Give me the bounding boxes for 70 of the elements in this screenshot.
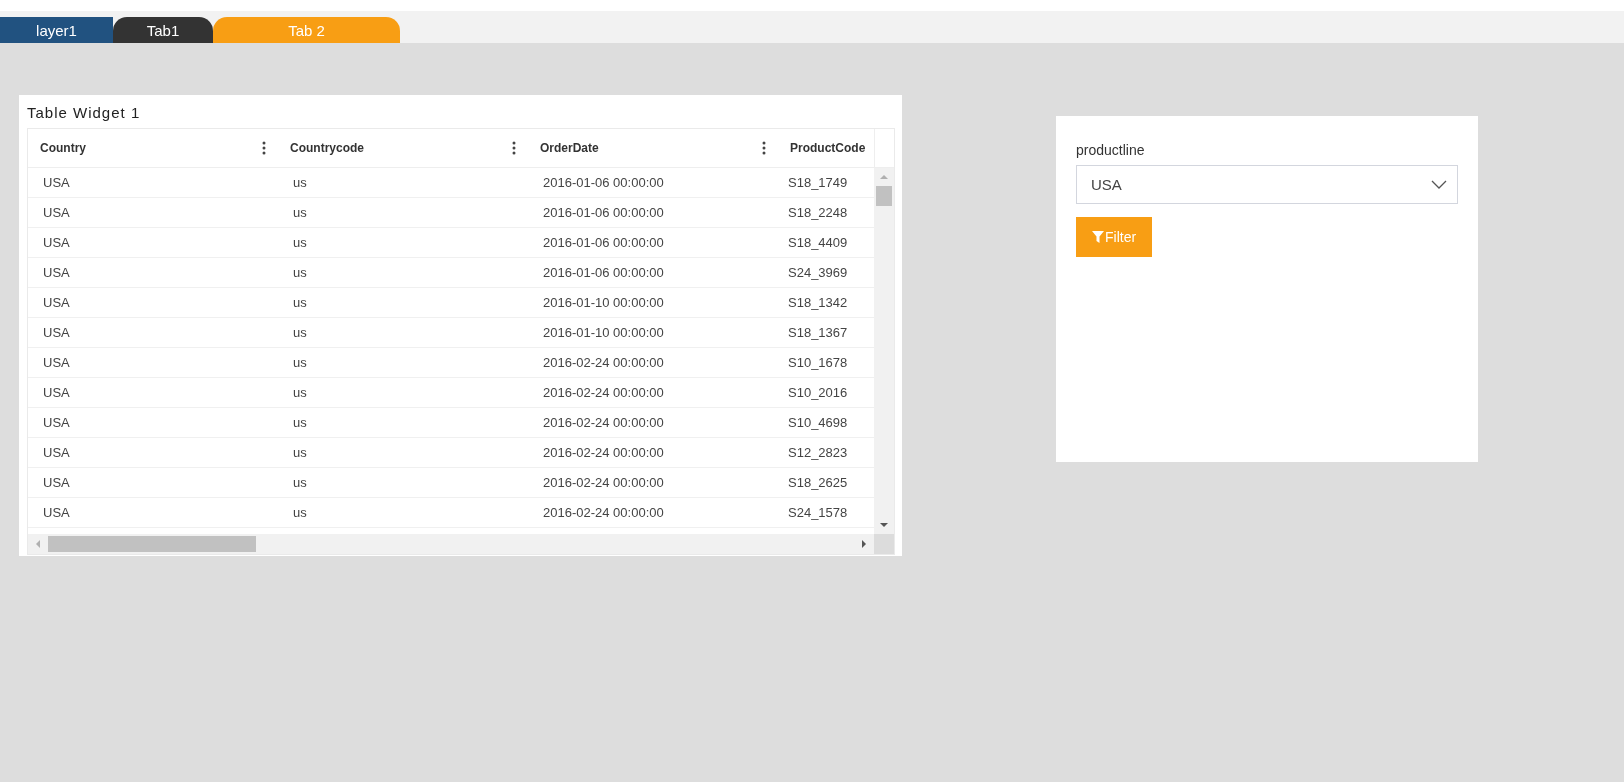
- field-label: productline: [1076, 142, 1145, 158]
- table-cell: us: [293, 295, 307, 310]
- tab[interactable]: Tab1: [113, 17, 213, 43]
- table-cell: S12_2823: [788, 445, 848, 460]
- table-cell: S24_3969: [788, 265, 848, 280]
- column-header[interactable]: OrderDate: [540, 141, 599, 155]
- table-cell: S18_1342: [788, 295, 848, 310]
- layer-tab[interactable]: layer1: [0, 17, 113, 43]
- table-cell: us: [293, 505, 307, 520]
- vertical-scrollbar[interactable]: [874, 168, 894, 534]
- table-cell: us: [293, 265, 307, 280]
- column-menu-icon[interactable]: [512, 141, 516, 155]
- table-cell: us: [293, 475, 307, 490]
- table-cell: us: [293, 415, 307, 430]
- column-menu-icon[interactable]: [262, 141, 266, 155]
- table-cell: us: [293, 385, 307, 400]
- table-cell: USA: [43, 325, 70, 340]
- horizontal-scrollbar[interactable]: [28, 534, 874, 554]
- table-cell: USA: [43, 475, 70, 490]
- table-cell: 2016-02-24 00:00:00: [543, 505, 664, 520]
- column-menu-icon[interactable]: [762, 141, 766, 155]
- table-cell: us: [293, 445, 307, 460]
- scroll-right-icon[interactable]: [859, 539, 869, 549]
- table-cell: us: [293, 355, 307, 370]
- table-cell: USA: [43, 175, 70, 190]
- column-header[interactable]: Country: [40, 141, 86, 155]
- table-cell: S10_4698: [788, 415, 848, 430]
- table-cell: 2016-01-06 00:00:00: [543, 265, 664, 280]
- widget-title: Table Widget 1: [27, 103, 142, 123]
- scroll-down-icon[interactable]: [879, 520, 889, 530]
- table-cell: S24_1578: [788, 505, 848, 520]
- table-cell: 2016-01-06 00:00:00: [543, 205, 664, 220]
- table-cell: 2016-01-06 00:00:00: [543, 235, 664, 250]
- table-cell: S18_1367: [788, 325, 848, 340]
- table-cell: S18_2248: [788, 205, 848, 220]
- scrollbar-corner: [874, 534, 894, 554]
- table-cell: S10_2016: [788, 385, 848, 400]
- table-cell: S10_1678: [788, 355, 848, 370]
- table-cell: USA: [43, 445, 70, 460]
- table-cell: USA: [43, 265, 70, 280]
- table-cell: 2016-02-24 00:00:00: [543, 415, 664, 430]
- table-cell: 2016-02-24 00:00:00: [543, 385, 664, 400]
- table-cell: 2016-02-24 00:00:00: [543, 475, 664, 490]
- table-cell: 2016-01-06 00:00:00: [543, 175, 664, 190]
- scrollbar-thumb[interactable]: [876, 186, 892, 206]
- chevron-down-icon: [1431, 179, 1447, 190]
- table-cell: 2016-01-10 00:00:00: [543, 295, 664, 310]
- table-cell: us: [293, 235, 307, 250]
- scroll-up-icon[interactable]: [879, 172, 889, 182]
- column-header[interactable]: Countrycode: [290, 141, 364, 155]
- table-cell: USA: [43, 415, 70, 430]
- table-cell: 2016-02-24 00:00:00: [543, 445, 664, 460]
- table-cell: 2016-01-10 00:00:00: [543, 325, 664, 340]
- table-cell: us: [293, 325, 307, 340]
- productline-dropdown[interactable]: USA: [1076, 165, 1458, 204]
- table-cell: USA: [43, 355, 70, 370]
- table-cell: USA: [43, 295, 70, 310]
- scrollbar-thumb[interactable]: [48, 536, 256, 552]
- table-cell: 2016-02-24 00:00:00: [543, 355, 664, 370]
- table-cell: USA: [43, 205, 70, 220]
- table-cell: S18_4409: [788, 235, 848, 250]
- column-header[interactable]: ProductCode: [790, 141, 866, 155]
- table-cell: us: [293, 175, 307, 190]
- table-cell: us: [293, 205, 307, 220]
- funnel-icon: [1092, 231, 1104, 243]
- table-cell: USA: [43, 505, 70, 520]
- table-cell: USA: [43, 235, 70, 250]
- table-cell: USA: [43, 385, 70, 400]
- table-cell: S18_1749: [788, 175, 848, 190]
- table-cell: S18_2625: [788, 475, 848, 490]
